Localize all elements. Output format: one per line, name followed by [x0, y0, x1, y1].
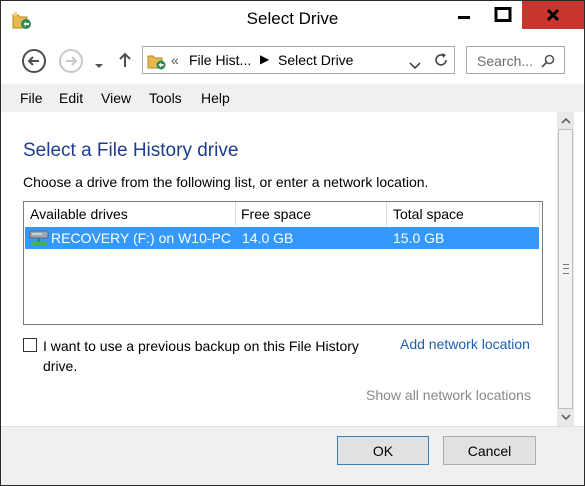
menu-bar: File Edit View Tools Help — [1, 84, 584, 112]
menu-edit[interactable]: Edit — [59, 90, 83, 106]
ok-button[interactable]: OK — [337, 436, 429, 465]
refresh-icon — [435, 53, 447, 66]
chevron-down-icon — [409, 62, 421, 70]
close-icon — [546, 8, 560, 22]
up-button[interactable] — [118, 51, 132, 74]
chevron-down-icon — [560, 414, 571, 421]
use-previous-backup-label[interactable]: I want to use a previous backup on this … — [43, 336, 393, 376]
search-icon[interactable] — [540, 53, 556, 74]
menu-file[interactable]: File — [20, 90, 43, 106]
search-placeholder[interactable]: Search... — [477, 53, 533, 69]
vertical-scrollbar[interactable] — [557, 112, 574, 426]
maximize-button[interactable] — [485, 1, 521, 29]
cancel-button[interactable]: Cancel — [443, 436, 536, 465]
table-row[interactable]: RECOVERY (F:) on W10-PC 14.0 GB 15.0 GB — [25, 227, 539, 249]
address-dropdown[interactable] — [409, 57, 421, 75]
scroll-down-button[interactable] — [557, 409, 574, 426]
column-header-total-space[interactable]: Total space — [393, 206, 464, 222]
overflow-chevron-icon[interactable]: « — [171, 52, 179, 68]
add-network-location-link[interactable]: Add network location — [400, 336, 530, 352]
chevron-down-icon — [95, 64, 103, 68]
minimize-button[interactable] — [444, 1, 484, 29]
menu-tools[interactable]: Tools — [149, 90, 182, 106]
drive-total-space: 15.0 GB — [393, 230, 445, 246]
title-bar: Select Drive — [1, 1, 584, 39]
breadcrumb-separator-icon[interactable]: ▶ — [260, 52, 269, 66]
forward-button[interactable] — [59, 49, 83, 73]
network-drive-icon — [29, 229, 51, 252]
dialog-footer: OK Cancel — [1, 426, 584, 485]
menu-help[interactable]: Help — [201, 90, 230, 106]
arrow-left-icon — [27, 56, 39, 66]
show-all-network-locations-link[interactable]: Show all network locations — [366, 387, 531, 403]
column-header-available-drives[interactable]: Available drives — [30, 206, 128, 222]
use-previous-backup-checkbox[interactable] — [23, 338, 37, 352]
breadcrumb-select-drive[interactable]: Select Drive — [278, 52, 353, 68]
drive-free-space: 14.0 GB — [242, 230, 294, 246]
refresh-button[interactable] — [432, 51, 450, 74]
arrow-right-icon — [66, 56, 78, 66]
chevron-up-icon — [560, 117, 571, 124]
page-title: Select a File History drive — [23, 140, 239, 161]
menu-view[interactable]: View — [101, 90, 131, 106]
recent-locations-dropdown[interactable] — [94, 57, 104, 75]
drive-name: RECOVERY (F:) on W10-PC — [51, 230, 231, 246]
close-button[interactable] — [522, 1, 584, 29]
grip-icon — [563, 264, 569, 274]
select-drive-dialog: Select Drive « File Hist... ▶ Select Dri… — [0, 0, 585, 486]
drives-list[interactable]: Available drives Free space Total space … — [23, 201, 543, 325]
content-area: Select a File History drive Choose a dri… — [1, 112, 557, 426]
page-description: Choose a drive from the following list, … — [23, 174, 429, 190]
navigation-bar: « File Hist... ▶ Select Drive Search... — [1, 39, 584, 81]
column-header-free-space[interactable]: Free space — [241, 206, 311, 222]
scrollbar-thumb[interactable] — [558, 129, 573, 409]
scroll-up-button[interactable] — [557, 112, 574, 129]
file-history-folder-icon — [147, 51, 167, 76]
column-divider[interactable] — [235, 202, 236, 226]
breadcrumb-file-history[interactable]: File Hist... — [189, 52, 251, 68]
column-divider[interactable] — [386, 202, 387, 226]
column-divider[interactable] — [539, 202, 540, 226]
search-box[interactable]: Search... — [466, 46, 565, 74]
list-header: Available drives Free space Total space — [24, 202, 542, 226]
address-bar[interactable]: « File Hist... ▶ Select Drive — [142, 46, 455, 74]
arrow-up-icon — [119, 52, 131, 67]
back-button[interactable] — [22, 49, 46, 73]
